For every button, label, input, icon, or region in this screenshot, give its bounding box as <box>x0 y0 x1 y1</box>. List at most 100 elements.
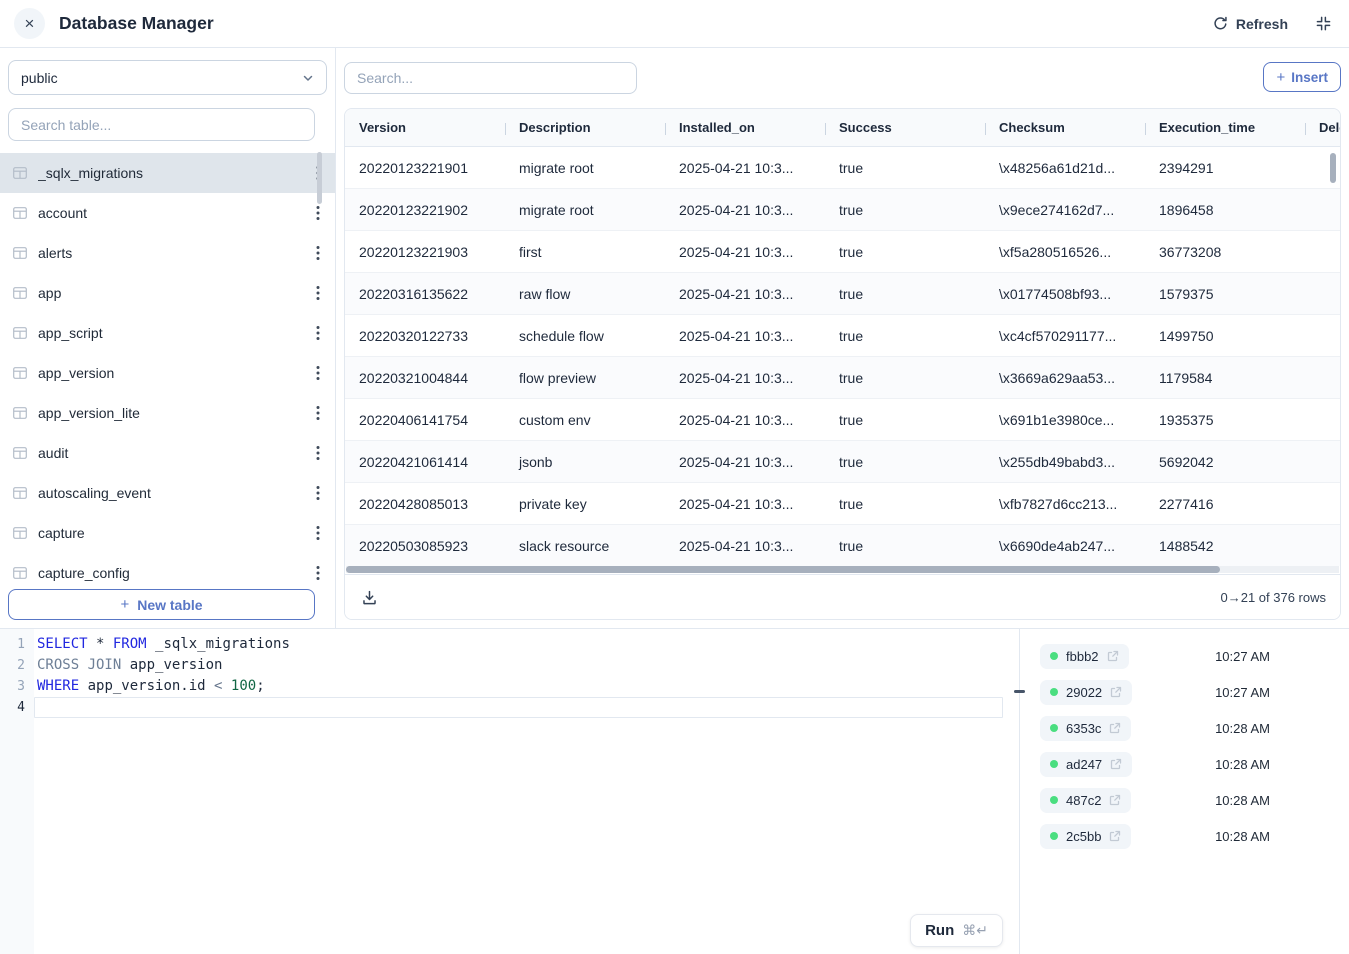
history-run-pill[interactable]: ad247 <box>1040 752 1132 777</box>
status-dot <box>1050 796 1058 804</box>
code-line[interactable]: SELECT * FROM _sqlx_migrations <box>34 634 1003 655</box>
run-id: 2c5bb <box>1066 829 1101 844</box>
code-token: FROM <box>113 636 147 652</box>
status-dot <box>1050 832 1058 840</box>
close-button[interactable]: × <box>14 8 45 39</box>
external-link-icon[interactable] <box>1110 686 1122 698</box>
kebab-menu-icon[interactable] <box>316 525 320 541</box>
plus-icon: + <box>1276 69 1285 86</box>
table-cell: 2025-04-21 10:3... <box>665 160 825 176</box>
sidebar-table-item[interactable]: autoscaling_event <box>0 473 335 513</box>
history-run-pill[interactable]: 2c5bb <box>1040 824 1131 849</box>
schema-select[interactable]: public <box>8 60 327 95</box>
column-header[interactable]: Checksum <box>985 120 1145 135</box>
code-token: WHERE <box>37 678 79 694</box>
kebab-menu-icon[interactable] <box>316 405 320 421</box>
download-icon <box>361 589 378 606</box>
table-cell: 2025-04-21 10:3... <box>665 496 825 512</box>
sidebar-table-item[interactable]: capture <box>0 513 335 553</box>
table-row[interactable]: 20220316135622raw flow2025-04-21 10:3...… <box>345 273 1340 315</box>
new-table-button[interactable]: + New table <box>8 589 315 620</box>
table-horizontal-scrollbar[interactable] <box>346 566 1339 573</box>
editor-scrollbar-handle[interactable] <box>1014 690 1025 693</box>
table-cell: 2025-04-21 10:3... <box>665 454 825 470</box>
table-cell: true <box>825 286 985 302</box>
run-button[interactable]: Run ⌘↵ <box>910 914 1003 947</box>
editor-gutter: 1234 <box>0 629 34 954</box>
column-header[interactable]: Installed_on <box>665 120 825 135</box>
run-id: fbbb2 <box>1066 649 1099 664</box>
external-link-icon[interactable] <box>1109 794 1121 806</box>
run-timestamp: 10:28 AM <box>1215 793 1270 808</box>
insert-button[interactable]: + Insert <box>1263 62 1341 92</box>
kebab-menu-icon[interactable] <box>316 485 320 501</box>
kebab-menu-icon[interactable] <box>316 205 320 221</box>
history-run-pill[interactable]: 6353c <box>1040 716 1131 741</box>
table-icon <box>12 325 28 341</box>
sidebar-table-item[interactable]: alerts <box>0 233 335 273</box>
table-icon <box>12 565 28 581</box>
table-row[interactable]: 20220406141754custom env2025-04-21 10:3.… <box>345 399 1340 441</box>
sidebar-table-item[interactable]: app_version_lite <box>0 393 335 433</box>
sidebar-table-name: audit <box>38 445 306 461</box>
table-row[interactable]: 20220123221902migrate root2025-04-21 10:… <box>345 189 1340 231</box>
table-row[interactable]: 20220321004844flow preview2025-04-21 10:… <box>345 357 1340 399</box>
sidebar-scrollbar[interactable] <box>317 152 322 204</box>
sidebar-table-item[interactable]: app <box>0 273 335 313</box>
table-vertical-scrollbar[interactable] <box>1330 153 1336 183</box>
code-line[interactable]: CROSS JOIN app_version <box>34 655 1003 676</box>
code-line[interactable] <box>34 697 1003 718</box>
editor-code[interactable]: SELECT * FROM _sqlx_migrationsCROSS JOIN… <box>34 629 1019 954</box>
column-header[interactable]: Version <box>345 120 505 135</box>
sidebar-table-name: _sqlx_migrations <box>38 165 306 181</box>
new-table-label: New table <box>137 597 202 613</box>
sidebar-table-item[interactable]: _sqlx_migrations <box>0 153 335 193</box>
external-link-icon[interactable] <box>1109 830 1121 842</box>
kebab-menu-icon[interactable] <box>316 365 320 381</box>
history-run-pill[interactable]: fbbb2 <box>1040 644 1129 669</box>
code-token: * <box>88 636 113 652</box>
external-link-icon[interactable] <box>1109 722 1121 734</box>
kebab-menu-icon[interactable] <box>316 245 320 261</box>
table-cell: \x01774508bf93... <box>985 286 1145 302</box>
column-header[interactable]: Execution_time <box>1145 120 1305 135</box>
sidebar-table-item[interactable]: app_script <box>0 313 335 353</box>
scrollbar-thumb[interactable] <box>346 566 1220 573</box>
download-button[interactable] <box>359 587 380 608</box>
refresh-button[interactable]: Refresh <box>1213 16 1288 32</box>
table-cell: true <box>825 202 985 218</box>
table-search-input[interactable] <box>8 108 315 141</box>
code-line[interactable]: WHERE app_version.id < 100; <box>34 676 1003 697</box>
run-timestamp: 10:28 AM <box>1215 757 1270 772</box>
table-row[interactable]: 20220320122733schedule flow2025-04-21 10… <box>345 315 1340 357</box>
table-cell: raw flow <box>505 286 665 302</box>
table-row[interactable]: 20220421061414jsonb2025-04-21 10:3...tru… <box>345 441 1340 483</box>
sidebar-table-item[interactable]: account <box>0 193 335 233</box>
kebab-menu-icon[interactable] <box>316 445 320 461</box>
kebab-menu-icon[interactable] <box>316 325 320 341</box>
table-cell: 2025-04-21 10:3... <box>665 538 825 554</box>
sidebar-table-item[interactable]: capture_config <box>0 553 335 587</box>
kebab-menu-icon[interactable] <box>316 285 320 301</box>
table-row[interactable]: 20220503085923slack resource2025-04-21 1… <box>345 525 1340 566</box>
history-run-pill[interactable]: 487c2 <box>1040 788 1131 813</box>
column-header[interactable]: Success <box>825 120 985 135</box>
external-link-icon[interactable] <box>1110 758 1122 770</box>
sidebar-table-list: _sqlx_migrations account alerts <box>0 153 335 587</box>
column-header[interactable]: Dele <box>1305 120 1340 135</box>
sidebar-table-item[interactable]: app_version <box>0 353 335 393</box>
sidebar-table-item[interactable]: audit <box>0 433 335 473</box>
table-row[interactable]: 20220123221901migrate root2025-04-21 10:… <box>345 147 1340 189</box>
table-row[interactable]: 20220428085013private key2025-04-21 10:3… <box>345 483 1340 525</box>
collapse-panel-button[interactable] <box>1316 16 1331 31</box>
history-run-pill[interactable]: 29022 <box>1040 680 1132 705</box>
status-dot <box>1050 688 1058 696</box>
row-search-input[interactable] <box>344 62 637 94</box>
column-header[interactable]: Description <box>505 120 665 135</box>
sql-editor[interactable]: 1234 SELECT * FROM _sqlx_migrationsCROSS… <box>0 629 1020 954</box>
external-link-icon[interactable] <box>1107 650 1119 662</box>
kebab-menu-icon[interactable] <box>316 565 320 581</box>
code-token: CROSS JOIN <box>37 657 121 673</box>
table-row[interactable]: 20220123221903first2025-04-21 10:3...tru… <box>345 231 1340 273</box>
table-cell: 1179584 <box>1145 370 1305 386</box>
